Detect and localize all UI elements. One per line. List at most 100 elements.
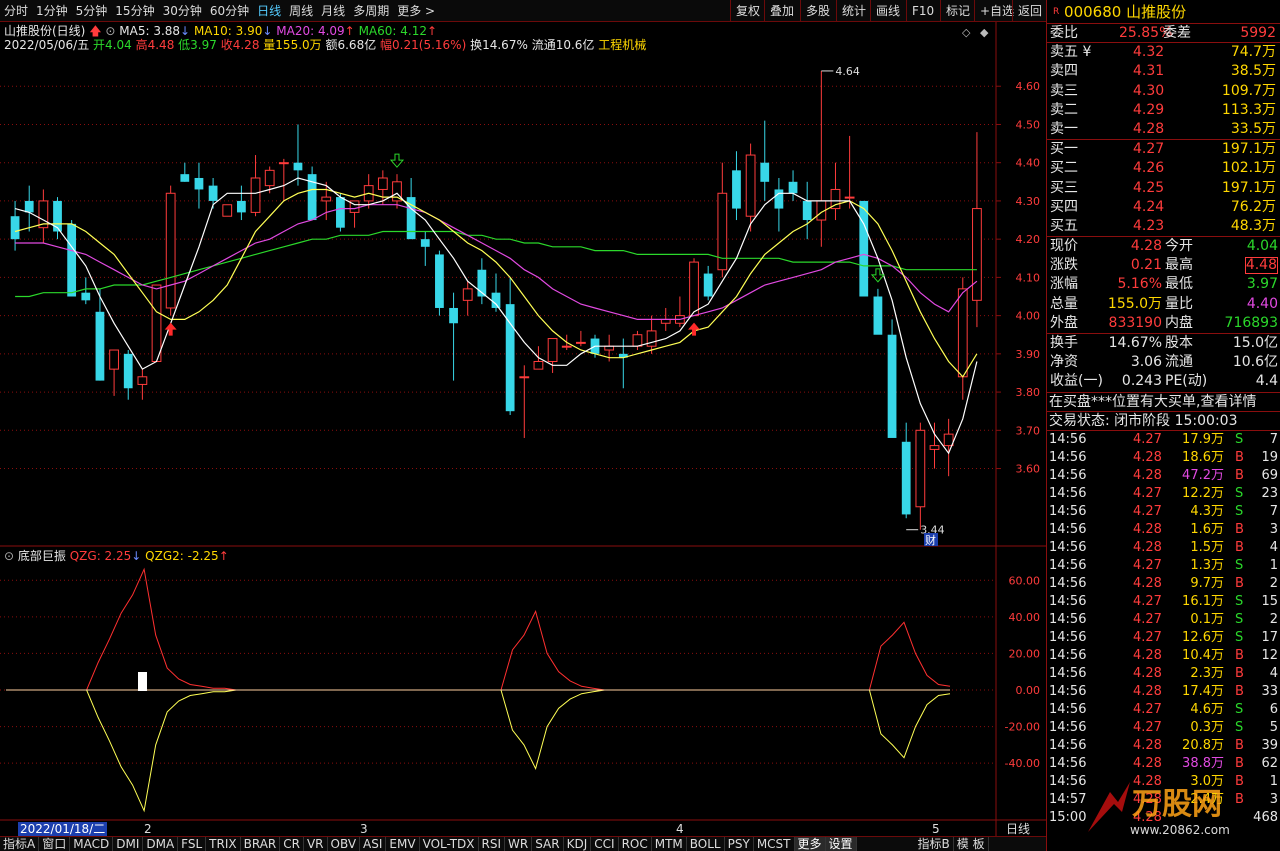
book-row[interactable]: 买一 4.27 197.1万 bbox=[1047, 140, 1280, 159]
notice-text[interactable]: 在买盘***位置有大买单,查看详情 bbox=[1049, 393, 1256, 412]
candle bbox=[844, 135, 855, 209]
tick-row: 14:56 4.28 38.8万 B 62 bbox=[1047, 755, 1280, 773]
cursor-date: 2022/01/18/二 bbox=[18, 822, 108, 836]
tick-count: 15 bbox=[1261, 593, 1278, 609]
quote-row: 现价 4.28 今开 4.04 bbox=[1047, 237, 1280, 256]
tick-time: 14:56 bbox=[1049, 521, 1087, 537]
candle bbox=[449, 292, 458, 381]
indicator-tab[interactable]: SAR bbox=[532, 837, 564, 851]
indicator-tab[interactable]: ROC bbox=[619, 837, 652, 851]
indicator-tab[interactable]: PSY bbox=[725, 837, 754, 851]
kline-chart[interactable]: 4.60 4.50 4.40 4.30 4.20 4.10 4.00 3.90 3.80 3.70… bbox=[0, 0, 1046, 836]
tick-side: S bbox=[1235, 431, 1244, 447]
book-row[interactable]: 买五 4.23 48.3万 bbox=[1047, 217, 1280, 236]
indicator-tab[interactable]: KDJ bbox=[564, 837, 592, 851]
book-row[interactable]: 买三 4.25 197.1万 bbox=[1047, 179, 1280, 198]
tick-side: B bbox=[1235, 521, 1244, 537]
indicator-tab[interactable]: MACD bbox=[70, 837, 114, 851]
candle bbox=[123, 350, 133, 400]
indicator-menu-icon[interactable]: ⊙ bbox=[4, 549, 14, 563]
stat-value: 4.4 bbox=[1255, 373, 1278, 390]
candle bbox=[816, 70, 827, 247]
tick-volume: 16.1万 bbox=[1182, 593, 1224, 609]
tick-side: S bbox=[1235, 593, 1244, 609]
indicator-tab[interactable]: CR bbox=[280, 837, 304, 851]
qzg-line bbox=[6, 567, 951, 691]
tick-count: 2 bbox=[1269, 575, 1278, 591]
candle bbox=[972, 132, 982, 328]
candle bbox=[293, 124, 303, 186]
indicator-tab[interactable]: 指标A bbox=[0, 837, 40, 851]
high-annotation: 4.64 bbox=[835, 65, 860, 78]
quote-value: 716893 bbox=[1224, 314, 1278, 331]
diamond-icon[interactable]: ◇ bbox=[962, 26, 971, 39]
price-axis-label: 3.90 bbox=[1016, 348, 1041, 361]
tick-row: 14:56 4.27 0.1万 S 2 bbox=[1047, 611, 1280, 629]
book-row[interactable]: 卖三 4.30 109.7万 bbox=[1047, 82, 1280, 101]
tick-price: 4.27 bbox=[1133, 701, 1162, 717]
book-row[interactable]: 买二 4.26 102.1万 bbox=[1047, 159, 1280, 178]
indicator-tab[interactable]: RSI bbox=[479, 837, 506, 851]
tick-count: 2 bbox=[1269, 611, 1278, 627]
book-row[interactable]: 买四 4.24 76.2万 bbox=[1047, 198, 1280, 217]
tick-time: 14:56 bbox=[1049, 593, 1087, 609]
indicator-axis-label: 0.00 bbox=[1016, 684, 1041, 697]
tick-time: 14:56 bbox=[1049, 647, 1087, 663]
indicator-tab[interactable]: BRAR bbox=[241, 837, 281, 851]
indicator-tab[interactable]: BOLL bbox=[687, 837, 725, 851]
candle bbox=[392, 174, 402, 209]
book-label: 买二 bbox=[1050, 160, 1078, 177]
notice-row[interactable]: 在买盘***位置有大买单,查看详情 bbox=[1047, 393, 1280, 412]
indicator-tab[interactable]: 模 板 bbox=[954, 837, 989, 851]
period-corner[interactable]: 日线 bbox=[1006, 822, 1030, 836]
indicator-tab[interactable]: MCST bbox=[754, 837, 795, 851]
book-row[interactable]: 卖五 ¥ 4.32 74.7万 bbox=[1047, 43, 1280, 62]
candle bbox=[745, 143, 756, 232]
indicator-tab[interactable]: TRIX bbox=[206, 837, 241, 851]
indicator-tab[interactable]: OBV bbox=[328, 837, 361, 851]
book-price: 4.28 bbox=[1133, 120, 1165, 137]
tick-volume: 1.6万 bbox=[1190, 521, 1224, 537]
tick-price: 4.27 bbox=[1133, 557, 1162, 573]
finance-badge[interactable]: 财 bbox=[924, 533, 938, 547]
candle bbox=[830, 162, 841, 221]
indicator-tab[interactable]: DMI bbox=[113, 837, 144, 851]
indicator-tab[interactable]: ASI bbox=[360, 837, 387, 851]
indicator-name: 底部巨振 bbox=[17, 549, 66, 563]
weibi-row: 委比 25.85% 委差 5992 bbox=[1047, 24, 1280, 44]
indicator-tab[interactable]: 更多 bbox=[794, 837, 826, 851]
tick-row: 14:56 4.28 1.5万 B 4 bbox=[1047, 539, 1280, 557]
indicator-tab[interactable]: VR bbox=[304, 837, 328, 851]
indicator-tab[interactable]: EMV bbox=[386, 837, 420, 851]
book-label: 卖二 bbox=[1050, 101, 1078, 118]
book-row[interactable]: 卖四 4.31 38.5万 bbox=[1047, 62, 1280, 81]
indicator-tab[interactable]: MTM bbox=[652, 837, 687, 851]
indicator-tab[interactable]: WR bbox=[505, 837, 533, 851]
candle bbox=[222, 204, 233, 217]
candle bbox=[505, 277, 515, 416]
indicator-tab[interactable]: CCI bbox=[591, 837, 619, 851]
indicator-tab[interactable]: 指标B bbox=[915, 837, 954, 851]
indicator-tab[interactable]: 设置 bbox=[825, 837, 857, 851]
candle bbox=[957, 277, 968, 400]
indicator-header: ⊙ 底部巨振 QZG: 2.25↓ QZG2: -2.25↑ bbox=[4, 549, 229, 563]
tick-price: 4.28 bbox=[1133, 755, 1162, 771]
indicator-tab[interactable]: 窗口 bbox=[39, 837, 71, 851]
tick-count: 6 bbox=[1269, 701, 1278, 717]
candle bbox=[81, 277, 91, 305]
tick-side: B bbox=[1235, 683, 1244, 699]
candle bbox=[491, 273, 501, 312]
tick-time: 14:56 bbox=[1049, 467, 1087, 483]
down-arrow-icon: ↓ bbox=[131, 549, 142, 563]
book-row[interactable]: 卖二 4.29 113.3万 bbox=[1047, 101, 1280, 120]
diamond-icon[interactable]: ◆ bbox=[980, 26, 989, 39]
book-row[interactable]: 卖一 4.28 33.5万 bbox=[1047, 120, 1280, 139]
tick-time: 14:56 bbox=[1049, 629, 1087, 645]
indicator-tab[interactable]: DMA bbox=[143, 837, 179, 851]
indicator-tab[interactable]: VOL-TDX bbox=[420, 837, 479, 851]
tick-row: 14:56 4.27 4.6万 S 6 bbox=[1047, 701, 1280, 719]
stat-label: 股本 bbox=[1165, 335, 1193, 351]
book-label: 买五 bbox=[1050, 217, 1078, 234]
tick-list[interactable]: 14:56 4.27 17.9万 S 7 14:56 4.28 18.6万 B 19 14:56 4.… bbox=[1047, 431, 1280, 827]
indicator-tab[interactable]: FSL bbox=[178, 837, 207, 851]
